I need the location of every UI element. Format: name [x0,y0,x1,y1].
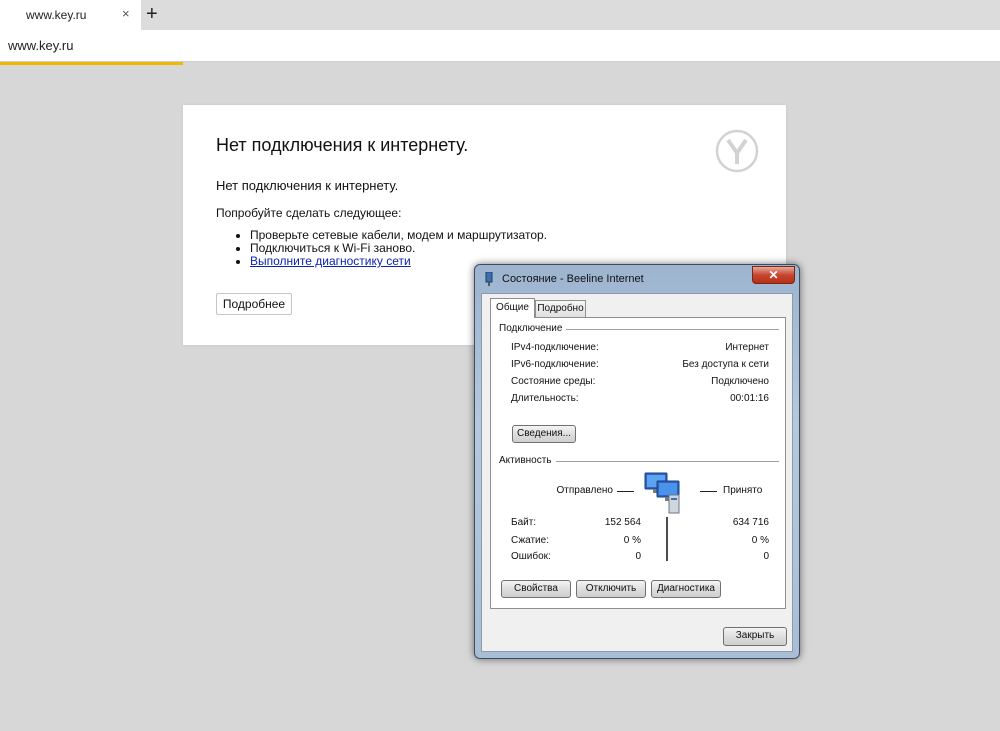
compression-received-value: 0 % [751,535,769,546]
tab-bar: www.key.ru × + [0,0,1000,30]
dialog-title: Состояние - Beeline Internet [502,273,644,285]
dialog-body: Общие Подробно Подключение IPv4-подключе… [481,293,793,652]
connection-status-dialog: Состояние - Beeline Internet ✕ Общие Под… [474,264,800,659]
errors-label: Ошибок: [511,551,551,562]
bytes-received-value: 634 716 [732,517,769,528]
try-label: Попробуйте сделать следующее: [216,206,402,220]
connection-group-label: Подключение [499,323,567,334]
tab-general[interactable]: Общие [490,298,535,318]
details-button[interactable]: Сведения... [512,425,576,443]
error-message: Нет подключения к интернету. [216,178,399,193]
suggestion-list: Проверьте сетевые кабели, модем и маршру… [216,229,547,268]
close-dialog-button[interactable]: Закрыть [723,627,787,646]
tab-details[interactable]: Подробно [535,300,586,317]
properties-button[interactable]: Свойства [501,580,571,598]
divider [700,491,717,492]
compression-label: Сжатие: [511,535,549,546]
bytes-label: Байт: [511,517,537,528]
tab-title: www.key.ru [26,8,87,22]
divider [617,491,634,492]
close-button[interactable]: ✕ [752,266,795,284]
loading-progress-bar [0,62,183,65]
ipv6-value: Без доступа к сети [682,359,769,370]
received-label: Принято [723,485,763,496]
new-tab-button[interactable]: + [146,3,158,25]
disable-button[interactable]: Отключить [576,580,646,598]
diagnostics-link[interactable]: Выполните диагностику сети [250,254,411,268]
address-input[interactable]: www.key.ru [8,38,74,53]
duration-value: 00:01:16 [730,393,769,404]
media-state-value: Подключено [711,376,769,387]
tab-panel: Подключение IPv4-подключение: Интернет I… [490,317,786,609]
close-icon[interactable]: × [122,6,130,22]
bytes-sent-value: 152 564 [604,517,641,528]
media-state-label: Состояние среды: [511,376,596,387]
divider [551,461,779,462]
network-adapter-icon [485,272,493,286]
network-computers-icon [644,472,680,514]
page-title: Нет подключения к интернету. [216,135,469,155]
errors-sent-value: 0 [635,551,641,562]
duration-label: Длительность: [511,393,579,404]
sent-label: Отправлено [556,485,613,496]
divider [666,517,668,561]
divider [565,329,779,330]
diagnose-button[interactable]: Диагностика [651,580,721,598]
address-bar: www.key.ru [0,30,1000,62]
compression-sent-value: 0 % [623,535,641,546]
yandex-browser-logo-icon [715,129,759,173]
activity-group-label: Активность [499,455,556,466]
ipv4-value: Интернет [725,342,769,353]
browser-tab[interactable]: www.key.ru × [0,0,141,30]
more-button[interactable]: Подробнее [216,293,292,315]
ipv6-label: IPv6-подключение: [511,359,599,370]
errors-received-value: 0 [763,551,769,562]
ipv4-label: IPv4-подключение: [511,342,599,353]
